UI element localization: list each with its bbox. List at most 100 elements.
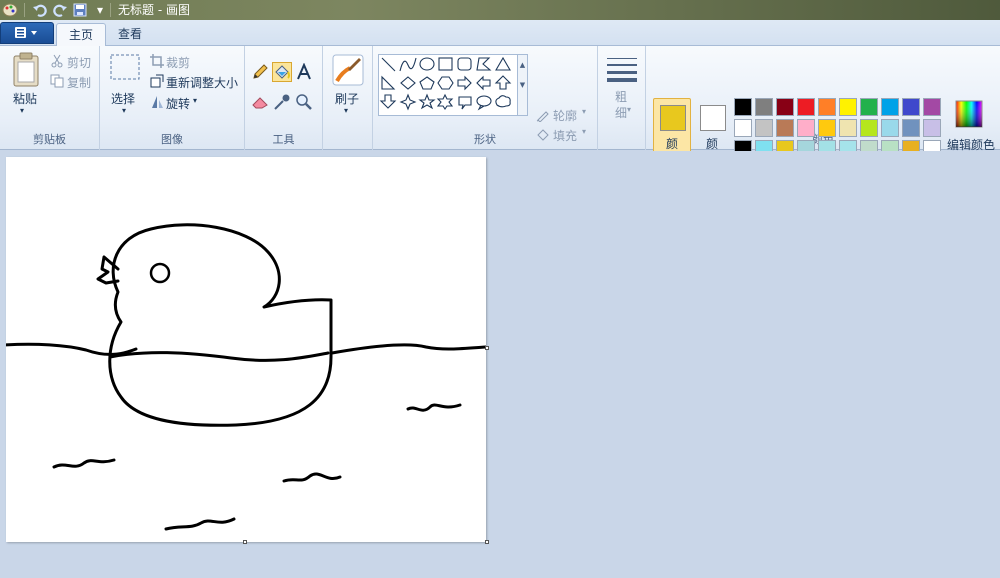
cloud-callout-shape-icon — [495, 95, 511, 108]
copy-button[interactable]: 复制 — [67, 74, 91, 91]
palette-swatch[interactable] — [902, 98, 920, 116]
outline-button[interactable]: 轮廓 — [553, 107, 577, 124]
shapes-scroll-down-icon[interactable]: ▼ — [518, 75, 527, 95]
resize-icon — [150, 74, 164, 88]
color-picker-tool[interactable] — [272, 92, 292, 112]
palette-swatch[interactable] — [881, 119, 899, 137]
paste-dropdown-icon[interactable]: ▾ — [20, 106, 24, 115]
app-icon[interactable] — [2, 2, 18, 18]
palette-swatch[interactable] — [839, 98, 857, 116]
eraser-tool[interactable] — [250, 92, 270, 112]
outline-icon — [536, 108, 550, 123]
rotate-dropdown-icon[interactable]: ▾ — [193, 96, 197, 105]
rotate-icon — [150, 95, 164, 109]
rotate-button[interactable]: 旋转 — [166, 95, 190, 112]
cut-button[interactable]: 剪切 — [67, 54, 91, 71]
magnifier-tool[interactable] — [294, 92, 314, 112]
select-dropdown-icon[interactable]: ▾ — [122, 106, 126, 115]
crop-button[interactable]: 裁剪 — [166, 54, 190, 71]
title-bar: ▾ 无标题 - 画图 — [0, 0, 1000, 20]
shapes-scroll-up-icon[interactable]: ▲ — [518, 55, 527, 75]
quick-access-dropdown-icon[interactable]: ▾ — [92, 2, 108, 18]
brush-dropdown-icon[interactable]: ▾ — [344, 106, 348, 115]
crop-icon — [150, 54, 164, 68]
arrow-left-shape-icon — [476, 75, 491, 91]
resize-handle-right[interactable] — [485, 346, 489, 350]
paste-label: 粘贴 — [13, 92, 38, 106]
outline-dropdown-icon[interactable]: ▾ — [582, 107, 586, 116]
water-line-right — [330, 343, 488, 355]
palette-swatch[interactable] — [734, 119, 752, 137]
cut-icon — [50, 54, 64, 68]
diamond-shape-icon — [400, 76, 416, 90]
palette-swatch[interactable] — [902, 119, 920, 137]
edit-colors-icon[interactable] — [955, 100, 983, 131]
palette-swatch[interactable] — [860, 119, 878, 137]
size-dropdown-icon[interactable]: ▾ — [627, 105, 631, 114]
palette-swatch[interactable] — [818, 119, 836, 137]
brush-button[interactable] — [332, 54, 364, 89]
palette-swatch[interactable] — [755, 119, 773, 137]
hexagon-shape-icon — [437, 76, 454, 90]
palette-swatch[interactable] — [923, 98, 941, 116]
resize-button[interactable]: 重新调整大小 — [166, 74, 238, 91]
save-icon[interactable] — [72, 2, 88, 18]
undo-icon[interactable] — [32, 2, 48, 18]
wave-2 — [282, 472, 342, 483]
image-group-label: 图像 — [161, 133, 183, 146]
palette-swatch[interactable] — [776, 98, 794, 116]
paint-menu-button[interactable] — [0, 22, 54, 44]
polygon-shape-icon — [476, 57, 492, 71]
tools-group: 工具 — [245, 46, 323, 150]
fill-dropdown-icon[interactable]: ▾ — [582, 127, 586, 136]
pencil-tool[interactable] — [250, 62, 270, 82]
fill-bucket-tool[interactable] — [272, 62, 292, 82]
color1-label-line1: 颜 — [665, 137, 678, 151]
oval-shape-icon — [419, 57, 435, 71]
size-label-line1: 粗 — [615, 90, 628, 104]
oval-callout-shape-icon — [476, 95, 492, 111]
resize-handle-corner[interactable] — [485, 540, 489, 544]
wave-1 — [52, 458, 116, 469]
clipboard-group-label: 剪贴板 — [33, 133, 66, 146]
select-button[interactable] — [110, 54, 140, 83]
palette-swatch[interactable] — [755, 98, 773, 116]
rounded-callout-shape-icon — [458, 96, 472, 110]
curve-shape-icon — [399, 57, 417, 72]
window-title: 无标题 - 画图 — [118, 3, 190, 17]
ribbon: 粘贴 ▾ 剪切 复制 剪贴板 选择 ▾ 裁剪 重新调整大小 旋转 ▾ 图像 工具… — [0, 46, 1000, 170]
color2-swatch — [700, 105, 726, 131]
ribbon-tab-row: 主页 查看 — [0, 20, 1000, 47]
palette-swatch[interactable] — [881, 98, 899, 116]
copy-icon — [50, 74, 64, 88]
palette-swatch[interactable] — [839, 119, 857, 137]
brush-label: 刷子 — [335, 92, 360, 106]
fill-button[interactable]: 填充 — [553, 127, 577, 144]
paste-button[interactable] — [12, 52, 40, 91]
text-tool[interactable] — [294, 62, 314, 82]
tab-view[interactable]: 查看 — [106, 23, 154, 47]
fill-icon — [536, 128, 550, 142]
triangle-shape-icon — [495, 56, 511, 71]
line-shape-icon — [381, 57, 396, 72]
wave-3 — [406, 403, 462, 412]
palette-swatch[interactable] — [776, 119, 794, 137]
size-label-line2: 细 — [615, 106, 628, 120]
palette-swatch[interactable] — [923, 119, 941, 137]
redo-icon[interactable] — [52, 2, 68, 18]
palette-swatch[interactable] — [797, 119, 815, 137]
shapes-scrollbar[interactable]: ▲ ▼ — [518, 54, 528, 116]
palette-swatch[interactable] — [818, 98, 836, 116]
palette-swatch[interactable] — [734, 98, 752, 116]
right-triangle-shape-icon — [381, 75, 396, 90]
resize-handle-bottom[interactable] — [243, 540, 247, 544]
palette-swatch[interactable] — [860, 98, 878, 116]
shapes-gallery[interactable] — [378, 54, 518, 116]
tab-home[interactable]: 主页 — [56, 23, 107, 47]
palette-swatch[interactable] — [797, 98, 815, 116]
canvas-workspace — [0, 151, 1000, 578]
line-size-icon — [606, 56, 638, 85]
size-group[interactable]: 粗 细 ▾ — [598, 46, 646, 150]
rounded-rectangle-shape-icon — [457, 57, 472, 71]
drawing-canvas[interactable] — [2, 157, 488, 542]
